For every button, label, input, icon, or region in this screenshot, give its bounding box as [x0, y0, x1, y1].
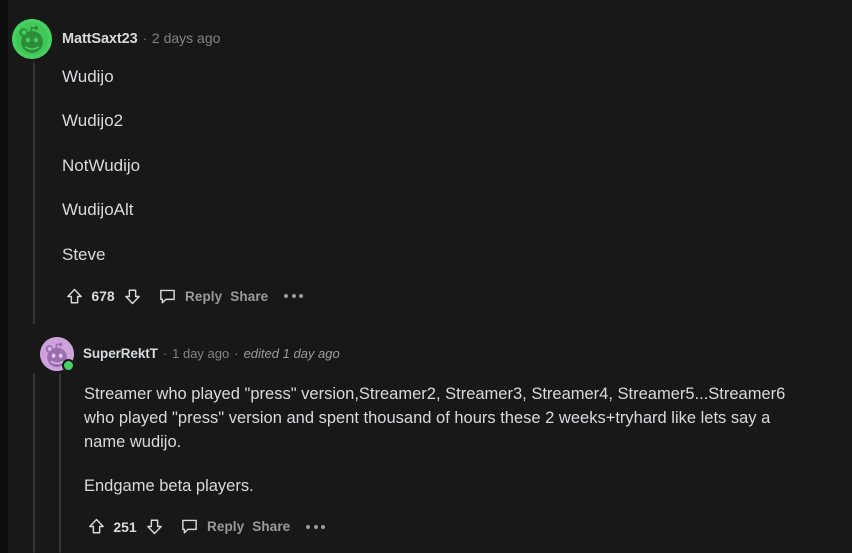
share-button[interactable]: Share: [230, 289, 268, 304]
comment-timestamp: 2 days ago: [151, 30, 221, 47]
avatar[interactable]: [12, 19, 52, 59]
comment-byline: SuperRektT · 1 day ago · edited 1 day ag…: [83, 347, 340, 361]
dot: [291, 294, 296, 299]
share-button[interactable]: Share: [252, 519, 290, 534]
dot: [284, 294, 289, 299]
comment-body: Streamer who played "press" version,Stre…: [40, 375, 840, 499]
online-status-badge: [62, 359, 75, 372]
byline-separator: ·: [142, 31, 147, 47]
page-gutter: [0, 0, 8, 553]
reply-button[interactable]: [176, 515, 202, 539]
upvote-button[interactable]: [62, 284, 86, 308]
dot: [313, 524, 318, 529]
more-options-icon[interactable]: [284, 294, 307, 299]
vote-score: 251: [113, 518, 137, 535]
comment-paragraph: WudijoAlt: [62, 200, 134, 220]
reply-label[interactable]: Reply: [207, 519, 244, 534]
comment-header: SuperRektT · 1 day ago · edited 1 day ag…: [40, 333, 840, 375]
avatar[interactable]: [40, 337, 75, 372]
comment-reply: SuperRektT · 1 day ago · edited 1 day ag…: [40, 333, 840, 539]
comment-paragraph: NotWudijo: [62, 155, 141, 175]
comment-header: MattSaxt23 · 2 days ago: [12, 18, 842, 60]
comment-edited-label: edited 1 day ago: [243, 346, 340, 362]
comment-paragraph: Wudijo: [62, 67, 114, 86]
downvote-arrow-icon: [146, 519, 162, 535]
comment-timestamp: 1 day ago: [172, 346, 230, 362]
comment-paragraph: Endgame beta players.: [84, 476, 254, 495]
dot: [306, 524, 311, 529]
comment-thread-page: MattSaxt23 · 2 days ago Wudijo Wudijo2 N…: [0, 0, 852, 553]
comment-byline: MattSaxt23 · 2 days ago: [62, 31, 220, 47]
reply-button[interactable]: [154, 284, 180, 308]
comment-body: Wudijo Wudijo2 NotWudijo WudijoAlt Steve: [12, 60, 842, 266]
downvote-arrow-icon: [124, 289, 140, 304]
vote-group: 678: [62, 284, 144, 308]
vote-score: 678: [91, 288, 115, 305]
byline-separator: ·: [234, 346, 239, 362]
upvote-arrow-icon: [88, 518, 104, 534]
comment-top-level: MattSaxt23 · 2 days ago Wudijo Wudijo2 N…: [12, 18, 842, 308]
comment-paragraph: Streamer who played "press" version,Stre…: [84, 385, 786, 451]
vote-group: 251: [84, 515, 166, 539]
comment-bubble-icon: [159, 289, 175, 304]
more-options-icon[interactable]: [306, 524, 329, 529]
comment-author[interactable]: MattSaxt23: [62, 32, 138, 47]
upvote-arrow-icon: [66, 288, 82, 304]
dot: [299, 294, 304, 299]
comment-paragraph: Steve: [62, 244, 106, 264]
snoo-avatar-green-icon: [12, 19, 52, 59]
comment-author[interactable]: SuperRektT: [83, 347, 158, 361]
thread-line-level-1-lower[interactable]: [33, 373, 35, 553]
dot: [321, 524, 326, 529]
reply-label[interactable]: Reply: [185, 289, 222, 304]
comment-paragraph: Wudijo2: [62, 111, 124, 131]
downvote-button[interactable]: [120, 284, 144, 308]
comment-action-bar: 251 Reply Share: [40, 515, 840, 539]
byline-separator: ·: [162, 346, 168, 362]
upvote-button[interactable]: [84, 515, 108, 539]
downvote-button[interactable]: [142, 515, 166, 539]
comment-bubble-icon: [181, 519, 197, 534]
comment-action-bar: 678 Reply Share: [12, 284, 842, 308]
